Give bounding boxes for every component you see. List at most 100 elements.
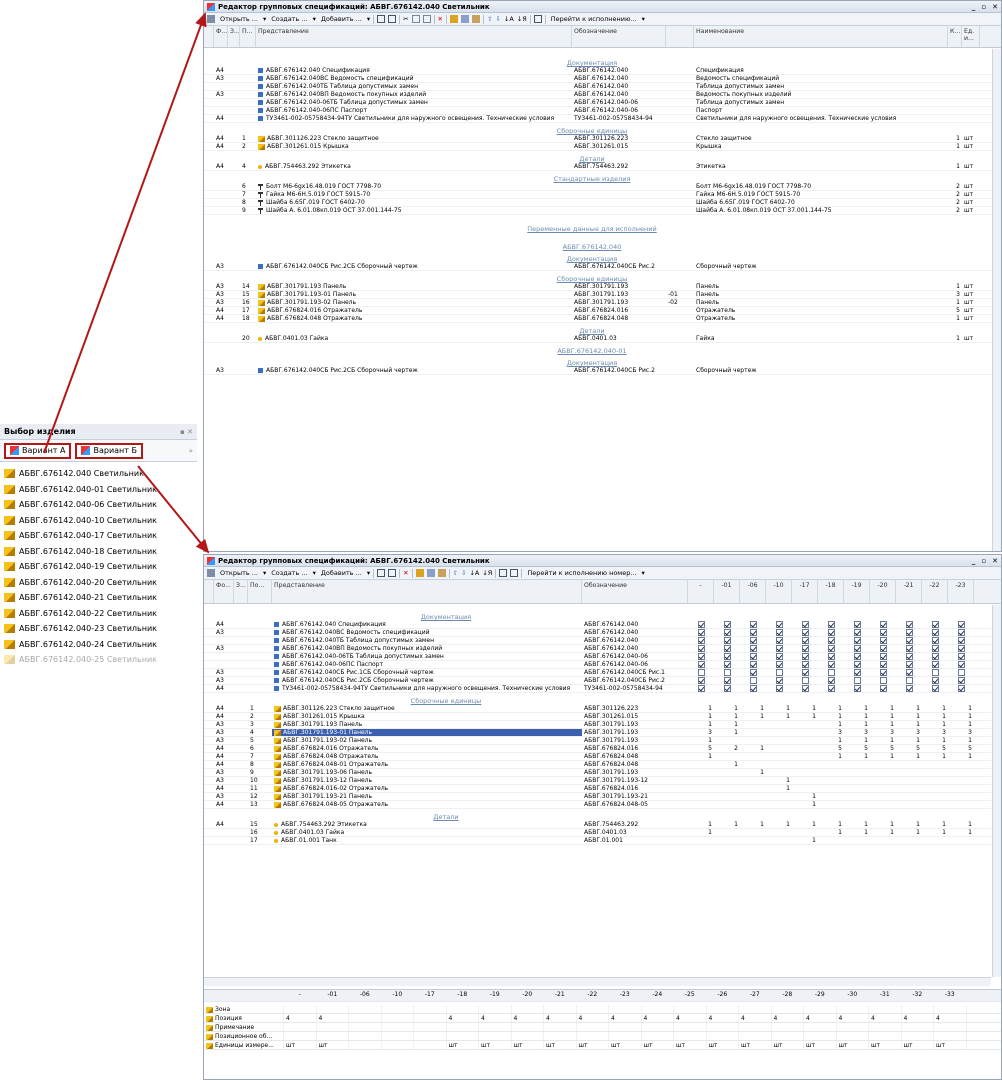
property-value[interactable]	[349, 1005, 382, 1013]
book-icon[interactable]	[472, 15, 480, 23]
property-value[interactable]	[447, 1032, 479, 1040]
table-row[interactable]: А4 АБВГ.676142.040 Спецификация АБВГ.67614…	[204, 621, 991, 629]
col-variant-header[interactable]: -19	[479, 990, 512, 1001]
row-marker[interactable]	[204, 705, 214, 712]
cell-variant-value[interactable]: 1	[948, 705, 974, 712]
cell-representation[interactable]: АБВГ.301791.193-06 Панель	[272, 769, 582, 776]
table-row[interactable]: А3 9 АБВГ.301791.193-06 Панель АБВГ.301791.…	[204, 769, 991, 777]
table-row[interactable]: АБВГ.676142.040ТБ Таблица допустимых зам…	[204, 637, 991, 645]
list-item[interactable]: АБВГ.676142.040-01 Светильник	[0, 482, 197, 498]
cell-position[interactable]	[248, 677, 272, 684]
property-value[interactable]	[642, 1005, 674, 1013]
cell-variant-value[interactable]	[870, 645, 896, 652]
cell-representation[interactable]: АБВГ.676824.016 Отражатель	[256, 307, 572, 314]
cell-variant-value[interactable]	[818, 677, 844, 684]
cell-variant-value[interactable]	[792, 645, 818, 652]
checkbox[interactable]	[697, 669, 705, 676]
cell-variant-value[interactable]	[870, 653, 896, 660]
cell-representation[interactable]: АБВГ.0401.03 Гайка	[272, 829, 582, 836]
cell-position[interactable]	[248, 637, 272, 644]
checkbox[interactable]	[931, 669, 939, 676]
cell-variant-value[interactable]	[766, 769, 792, 776]
cell-variant-value[interactable]: 1	[922, 721, 948, 728]
checkbox[interactable]	[931, 661, 939, 668]
cell-variant-value[interactable]: 1	[896, 829, 922, 836]
save-icon[interactable]	[377, 15, 386, 23]
cell-variant-value[interactable]	[766, 745, 792, 752]
property-value[interactable]: 4	[674, 1014, 707, 1022]
cell-position[interactable]: 9	[240, 207, 256, 214]
cell-unit[interactable]: шт	[962, 135, 980, 142]
cell-zone[interactable]	[234, 737, 248, 744]
cell-quantity[interactable]	[948, 263, 962, 270]
cell-variant-value[interactable]: 1	[870, 713, 896, 720]
property-value[interactable]: 4	[739, 1014, 772, 1022]
paste-icon[interactable]	[422, 15, 431, 23]
cell-variant-value[interactable]	[870, 685, 896, 692]
cell-variant-value[interactable]	[688, 801, 714, 808]
cell-representation[interactable]: АБВГ.676824.048 Отражатель	[272, 753, 582, 760]
cell-variant-value[interactable]	[740, 829, 766, 836]
cell-name[interactable]: Ведомость спецификаций	[694, 75, 948, 82]
checkbox[interactable]	[775, 621, 783, 628]
cell-variant-value[interactable]	[844, 685, 870, 692]
col-variant-header[interactable]: -17	[792, 580, 818, 603]
checkbox[interactable]	[749, 621, 757, 628]
columns-icon[interactable]	[533, 15, 542, 23]
property-value[interactable]	[707, 1023, 739, 1031]
col-position[interactable]: П...	[240, 26, 256, 47]
cell-variant-value[interactable]	[870, 769, 896, 776]
cell-variant-value[interactable]: 1	[818, 737, 844, 744]
cell-variant-value[interactable]	[818, 793, 844, 800]
cell-variant-value[interactable]	[740, 837, 766, 844]
cell-unit[interactable]: шт	[962, 291, 980, 298]
select-items-icon[interactable]	[450, 15, 458, 23]
cell-variant-value[interactable]	[688, 621, 714, 628]
checkbox[interactable]	[853, 637, 861, 644]
row-marker[interactable]	[204, 263, 214, 270]
cell-zone[interactable]	[228, 207, 240, 214]
cell-representation[interactable]: АБВГ.676142.040-06ПС Паспорт	[272, 661, 582, 668]
cell-designation[interactable]: АБВГ.301791.193	[572, 299, 666, 306]
cell-designation[interactable]: АБВГ.301791.193	[572, 291, 666, 298]
cell-position[interactable]: 6	[248, 745, 272, 752]
cell-unit[interactable]	[962, 367, 980, 374]
property-value[interactable]: шт	[804, 1041, 837, 1049]
cell-representation[interactable]: Гайка М6-6Н.5.019 ГОСТ 5915-70	[256, 191, 572, 198]
save-icon[interactable]	[377, 569, 386, 577]
cell-position[interactable]	[240, 107, 256, 114]
list-item[interactable]: АБВГ.676142.040-18 Светильник	[0, 544, 197, 560]
cell-representation[interactable]: АБВГ.676142.040 Спецификация	[256, 67, 572, 74]
property-value[interactable]	[349, 1023, 382, 1031]
cell-variant-value[interactable]	[792, 737, 818, 744]
cell-position[interactable]: 2	[240, 143, 256, 150]
cell-position[interactable]: 15	[248, 821, 272, 828]
row-marker[interactable]	[204, 115, 214, 122]
cell-designation[interactable]: АБВГ.754463.292	[572, 163, 666, 170]
cell-zone[interactable]	[228, 367, 240, 374]
cell-designation[interactable]: АБВГ.676142.040СБ Рис.2	[572, 367, 666, 374]
table-row[interactable]: А4 13 АБВГ.676824.048-05 Отражатель АБВГ.67…	[204, 801, 991, 809]
row-marker[interactable]	[204, 801, 214, 808]
checkbox[interactable]	[957, 645, 965, 652]
cell-variant-value[interactable]: 1	[870, 705, 896, 712]
col-variant-header[interactable]: -22	[922, 580, 948, 603]
row-marker[interactable]	[204, 653, 214, 660]
col-variant-header[interactable]: -23	[609, 990, 642, 1001]
chevron-down-icon[interactable]: ▾	[642, 15, 645, 23]
cell-name[interactable]: Крышка	[694, 143, 948, 150]
goto-variant-button[interactable]: Перейти к исполнению...	[549, 15, 639, 23]
cell-position[interactable]: 13	[248, 801, 272, 808]
checkbox[interactable]	[931, 653, 939, 660]
cell-variant-value[interactable]	[740, 629, 766, 636]
checkbox[interactable]	[749, 637, 757, 644]
cell-variant-value[interactable]	[818, 785, 844, 792]
chevron-down-icon[interactable]: ▾	[313, 15, 316, 23]
cell-variant-value[interactable]	[896, 777, 922, 784]
delete-icon[interactable]: ✕	[438, 15, 443, 23]
checkbox[interactable]	[697, 645, 705, 652]
cell-variant-value[interactable]: 1	[948, 829, 974, 836]
cell-variant-value[interactable]	[922, 793, 948, 800]
property-row[interactable]: Единицы измере... шт шт шт шт шт шт шт шт шт шт шт ш…	[204, 1041, 1001, 1050]
cell-position[interactable]: 12	[248, 793, 272, 800]
